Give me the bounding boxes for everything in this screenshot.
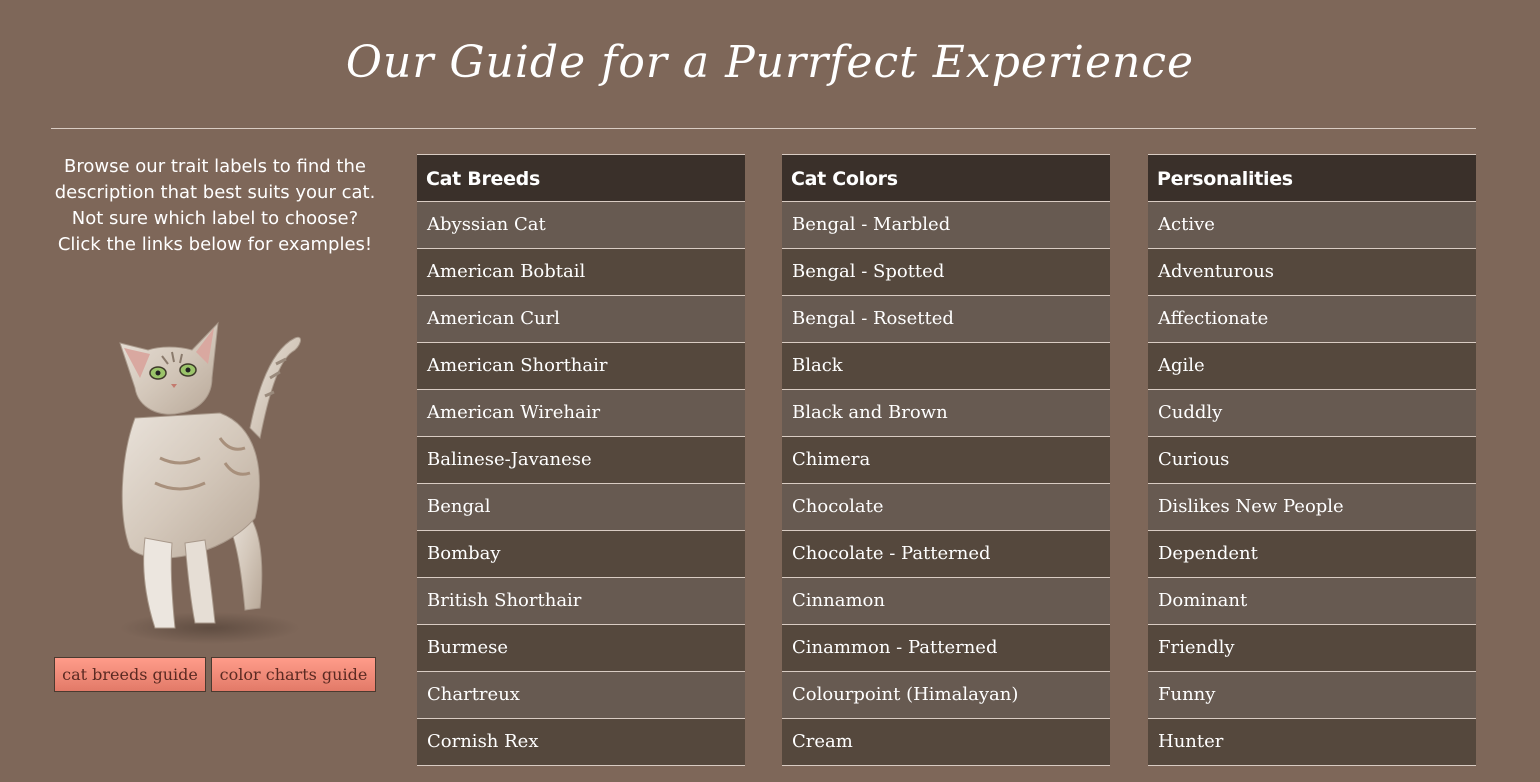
- breed-item[interactable]: American Shorthair: [417, 343, 745, 390]
- cat-illustration: [119, 321, 302, 644]
- breed-item[interactable]: Burmese: [417, 625, 745, 672]
- intro-line-1: Browse our trait labels to find the: [64, 156, 366, 177]
- breed-item[interactable]: Bombay: [417, 531, 745, 578]
- cat-colors-header: Cat Colors: [782, 155, 1110, 202]
- cat-colors-list: Cat Colors Bengal - Marbled Bengal - Spo…: [782, 154, 1110, 766]
- personality-item[interactable]: Curious: [1148, 437, 1476, 484]
- breed-item[interactable]: American Curl: [417, 296, 745, 343]
- personality-item[interactable]: Agile: [1148, 343, 1476, 390]
- personality-item[interactable]: Active: [1148, 202, 1476, 249]
- personality-item[interactable]: Cuddly: [1148, 390, 1476, 437]
- breed-item[interactable]: Bengal: [417, 484, 745, 531]
- color-item[interactable]: Chocolate - Patterned: [782, 531, 1110, 578]
- personality-item[interactable]: Affectionate: [1148, 296, 1476, 343]
- personality-item[interactable]: Hunter: [1148, 719, 1476, 766]
- breed-item[interactable]: Chartreux: [417, 672, 745, 719]
- color-item[interactable]: Bengal - Marbled: [782, 202, 1110, 249]
- color-item[interactable]: Chimera: [782, 437, 1110, 484]
- color-item[interactable]: Black: [782, 343, 1110, 390]
- title-divider: [51, 128, 1476, 129]
- intro-line-4: Click the links below for examples!: [57, 234, 373, 255]
- breed-item[interactable]: Balinese-Javanese: [417, 437, 745, 484]
- personality-item[interactable]: Dependent: [1148, 531, 1476, 578]
- color-item[interactable]: Cinnamon: [782, 578, 1110, 625]
- breed-item[interactable]: American Bobtail: [417, 249, 745, 296]
- intro-line-3: Not sure which label to choose?: [71, 208, 359, 229]
- cat-breeds-list: Cat Breeds Abyssian Cat American Bobtail…: [417, 154, 745, 766]
- personality-item[interactable]: Dominant: [1148, 578, 1476, 625]
- color-item[interactable]: Bengal - Rosetted: [782, 296, 1110, 343]
- color-charts-guide-button[interactable]: color charts guide: [211, 657, 376, 692]
- color-item[interactable]: Cream: [782, 719, 1110, 766]
- personalities-header: Personalities: [1148, 155, 1476, 202]
- breed-item[interactable]: Abyssian Cat: [417, 202, 745, 249]
- page-title: Our Guide for a Purrfect Experience: [345, 37, 1195, 88]
- breed-item[interactable]: American Wirehair: [417, 390, 745, 437]
- personality-item[interactable]: Friendly: [1148, 625, 1476, 672]
- breed-item[interactable]: British Shorthair: [417, 578, 745, 625]
- page: Our Guide for a Purrfect Experience Brow…: [0, 0, 1540, 782]
- color-item[interactable]: Cinammon - Patterned: [782, 625, 1110, 672]
- color-item[interactable]: Bengal - Spotted: [782, 249, 1110, 296]
- intro-text: Browse our trait labels to find the desc…: [48, 154, 382, 258]
- color-item[interactable]: Black and Brown: [782, 390, 1110, 437]
- cat-breeds-guide-button[interactable]: cat breeds guide: [54, 657, 206, 692]
- personality-item[interactable]: Funny: [1148, 672, 1476, 719]
- personality-item[interactable]: Adventurous: [1148, 249, 1476, 296]
- personality-item[interactable]: Dislikes New People: [1148, 484, 1476, 531]
- breed-item[interactable]: Cornish Rex: [417, 719, 745, 766]
- color-item[interactable]: Colourpoint (Himalayan): [782, 672, 1110, 719]
- personalities-list: Personalities Active Adventurous Affecti…: [1148, 154, 1476, 766]
- intro-line-2: description that best suits your cat.: [54, 182, 376, 203]
- color-item[interactable]: Chocolate: [782, 484, 1110, 531]
- cat-breeds-header: Cat Breeds: [417, 155, 745, 202]
